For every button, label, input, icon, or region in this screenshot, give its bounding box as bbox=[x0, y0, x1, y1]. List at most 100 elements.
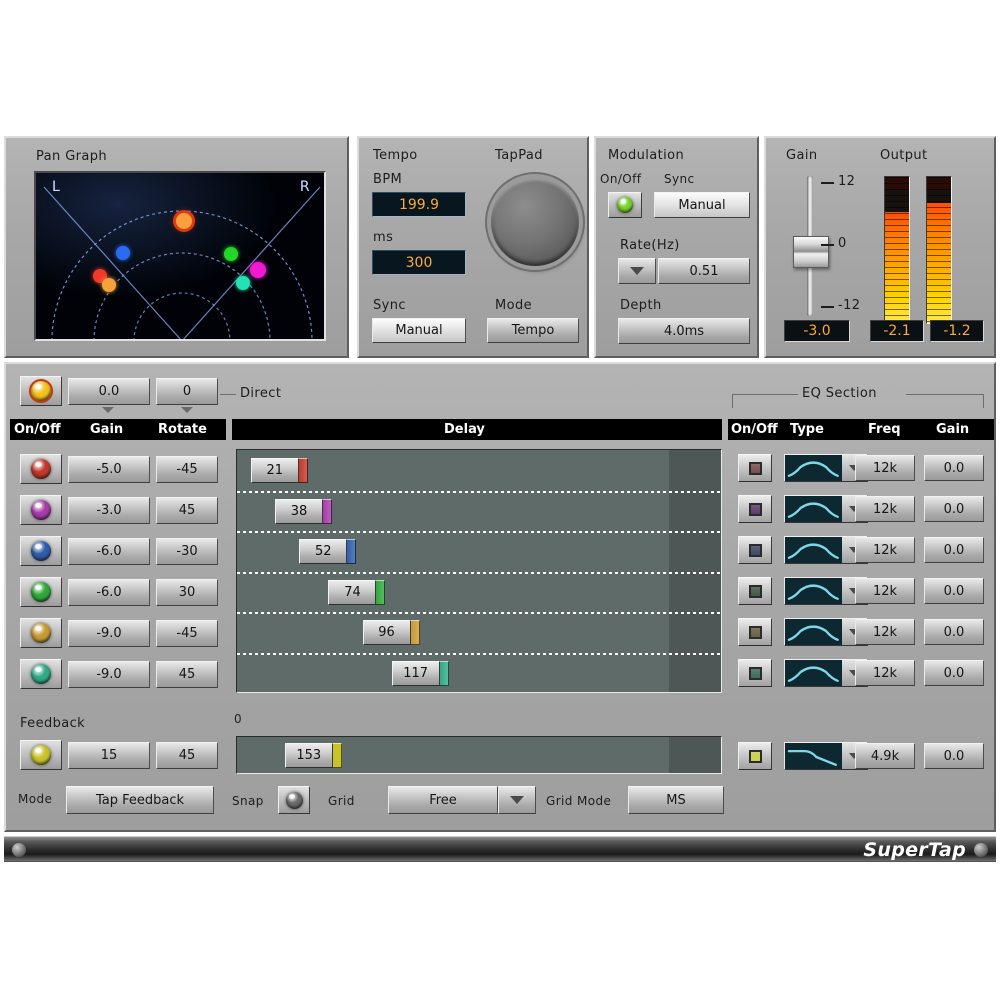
pan-dot-direct[interactable] bbox=[176, 213, 192, 229]
eq-row-1-gain-field[interactable]: 0.0 bbox=[924, 455, 984, 481]
tap-5-onoff-button[interactable] bbox=[20, 618, 62, 648]
delay-value-tap-5[interactable]: 96 bbox=[363, 620, 411, 645]
eq-row-3-freq-field[interactable]: 12k bbox=[855, 537, 915, 563]
feedback-mode-button[interactable]: Tap Feedback bbox=[66, 786, 214, 814]
tap-4-gain-field[interactable]: -6.0 bbox=[68, 579, 150, 606]
delay-handle-tap-1[interactable]: 21 bbox=[251, 458, 308, 483]
eq-row-2-gain-field[interactable]: 0.0 bbox=[924, 496, 984, 522]
tap-6-onoff-button[interactable] bbox=[20, 659, 62, 689]
tappad-knob[interactable] bbox=[491, 178, 579, 266]
tap-4-rotate-field[interactable]: 30 bbox=[156, 579, 218, 606]
tap-5-rotate-field[interactable]: -45 bbox=[156, 620, 218, 647]
grid-dropdown[interactable] bbox=[498, 786, 536, 814]
feedback-tap-handle[interactable]: 153 bbox=[285, 743, 342, 768]
pan-dot-tap-6[interactable] bbox=[236, 276, 250, 290]
pan-graph-display[interactable]: L R bbox=[34, 171, 326, 341]
eq-row-1-freq-field[interactable]: 12k bbox=[855, 455, 915, 481]
eq-row-3-onoff-button[interactable] bbox=[738, 536, 772, 564]
direct-onoff-button[interactable] bbox=[20, 376, 62, 406]
feedback-rotate-field[interactable]: 45 bbox=[156, 742, 218, 769]
modulation-depth-value[interactable]: 4.0ms bbox=[618, 318, 750, 344]
eq-row-6-onoff-button[interactable] bbox=[738, 659, 772, 687]
pan-dot-tap-5[interactable] bbox=[102, 278, 116, 292]
output-meter-left bbox=[884, 176, 910, 324]
ms-label: ms bbox=[373, 230, 393, 245]
eq-row-5-lamp-icon bbox=[749, 626, 762, 639]
tap-6-rotate-field[interactable]: 45 bbox=[156, 661, 218, 688]
tap-3-rotate-field[interactable]: -30 bbox=[156, 538, 218, 565]
eq-row-3-gain-field[interactable]: 0.0 bbox=[924, 537, 984, 563]
eq-row-5-onoff-button[interactable] bbox=[738, 618, 772, 646]
delay-lane-separator bbox=[237, 531, 721, 533]
tap-6-gain-field[interactable]: -9.0 bbox=[68, 661, 150, 688]
pan-dot-tap-2[interactable] bbox=[250, 262, 266, 278]
pan-dot-tap-4[interactable] bbox=[224, 247, 238, 261]
tap-1-gain-field[interactable]: -5.0 bbox=[68, 456, 150, 483]
tap-5-gain-field[interactable]: -9.0 bbox=[68, 620, 150, 647]
delay-value-tap-3[interactable]: 52 bbox=[299, 539, 347, 564]
tap-1-onoff-button[interactable] bbox=[20, 454, 62, 484]
eq-row-1-onoff-button[interactable] bbox=[738, 454, 772, 482]
header-rotate: Rotate bbox=[158, 422, 207, 437]
tap-2-onoff-button[interactable] bbox=[20, 495, 62, 525]
tap-2-gain-field[interactable]: -3.0 bbox=[68, 497, 150, 524]
delay-color-marker-tap-1 bbox=[299, 458, 308, 483]
delay-handle-tap-2[interactable]: 38 bbox=[275, 499, 332, 524]
eq-row-6-freq-field[interactable]: 12k bbox=[855, 660, 915, 686]
feedback-lane-shadow bbox=[669, 737, 721, 773]
tempo-mode-button[interactable]: Tempo bbox=[487, 318, 579, 343]
delay-lane[interactable]: 21 38 52 74 96 117 bbox=[236, 449, 722, 693]
tempo-sync-button[interactable]: Manual bbox=[372, 318, 466, 343]
delay-handle-tap-4[interactable]: 74 bbox=[328, 580, 385, 605]
feedback-onoff-button[interactable] bbox=[20, 740, 62, 770]
grid-value[interactable]: Free bbox=[388, 786, 498, 814]
eq-row-4-freq-field[interactable]: 12k bbox=[855, 578, 915, 604]
gain-fader-handle[interactable] bbox=[793, 236, 829, 268]
eq-feedback-row-gain-field[interactable]: 0.0 bbox=[924, 743, 984, 769]
eq-feedback-row-freq-field[interactable]: 4.9k bbox=[855, 743, 915, 769]
tap-3-onoff-button[interactable] bbox=[20, 536, 62, 566]
tap-1-rotate-field[interactable]: -45 bbox=[156, 456, 218, 483]
modulation-onoff-button[interactable] bbox=[608, 192, 642, 218]
delay-handle-tap-5[interactable]: 96 bbox=[363, 620, 420, 645]
snap-button[interactable] bbox=[278, 786, 310, 814]
tap-4-onoff-button[interactable] bbox=[20, 577, 62, 607]
delay-value-tap-6[interactable]: 117 bbox=[392, 661, 440, 686]
eq-row-2-freq-field[interactable]: 12k bbox=[855, 496, 915, 522]
eq-header-type: Type bbox=[790, 422, 824, 437]
eq-feedback-row-onoff-button[interactable] bbox=[738, 742, 772, 770]
snap-label: Snap bbox=[232, 794, 264, 808]
direct-rotate-field[interactable]: 0 bbox=[156, 378, 218, 405]
delay-value-tap-2[interactable]: 38 bbox=[275, 499, 323, 524]
modulation-rate-value[interactable]: 0.51 bbox=[658, 258, 750, 284]
tap-2-rotate-field[interactable]: 45 bbox=[156, 497, 218, 524]
delay-handle-tap-6[interactable]: 117 bbox=[392, 661, 449, 686]
feedback-delay-value[interactable]: 153 bbox=[285, 743, 333, 768]
eq-header-onoff: On/Off bbox=[731, 422, 778, 437]
feedback-mode-label: Mode bbox=[18, 792, 52, 806]
eq-row-5-freq-field[interactable]: 12k bbox=[855, 619, 915, 645]
delay-value-tap-1[interactable]: 21 bbox=[251, 458, 299, 483]
eq-row-6-gain-field[interactable]: 0.0 bbox=[924, 660, 984, 686]
gridmode-button[interactable]: MS bbox=[628, 786, 724, 814]
delay-value-tap-4[interactable]: 74 bbox=[328, 580, 376, 605]
feedback-gain-field[interactable]: 15 bbox=[68, 742, 150, 769]
pan-dot-tap-3[interactable] bbox=[116, 246, 130, 260]
eq-row-4-onoff-button[interactable] bbox=[738, 577, 772, 605]
delay-handle-tap-3[interactable]: 52 bbox=[299, 539, 356, 564]
header-delay: Delay bbox=[444, 422, 485, 437]
ms-value[interactable]: 300 bbox=[372, 250, 466, 275]
eq-row-5-gain-field[interactable]: 0.0 bbox=[924, 619, 984, 645]
modulation-sync-button[interactable]: Manual bbox=[654, 192, 750, 218]
eq-row-4-gain-field[interactable]: 0.0 bbox=[924, 578, 984, 604]
eq-row-1-curve-icon bbox=[785, 455, 842, 481]
tap-3-gain-field[interactable]: -6.0 bbox=[68, 538, 150, 565]
feedback-lane[interactable]: 153 bbox=[236, 736, 722, 774]
gain-value[interactable]: -3.0 bbox=[784, 320, 850, 342]
modulation-sync-label: Sync bbox=[664, 172, 695, 186]
direct-gain-field[interactable]: 0.0 bbox=[68, 378, 150, 405]
eq-frame-right bbox=[906, 394, 984, 395]
eq-row-2-onoff-button[interactable] bbox=[738, 495, 772, 523]
modulation-rate-dropdown[interactable] bbox=[618, 258, 656, 284]
bpm-value[interactable]: 199.9 bbox=[372, 192, 466, 217]
